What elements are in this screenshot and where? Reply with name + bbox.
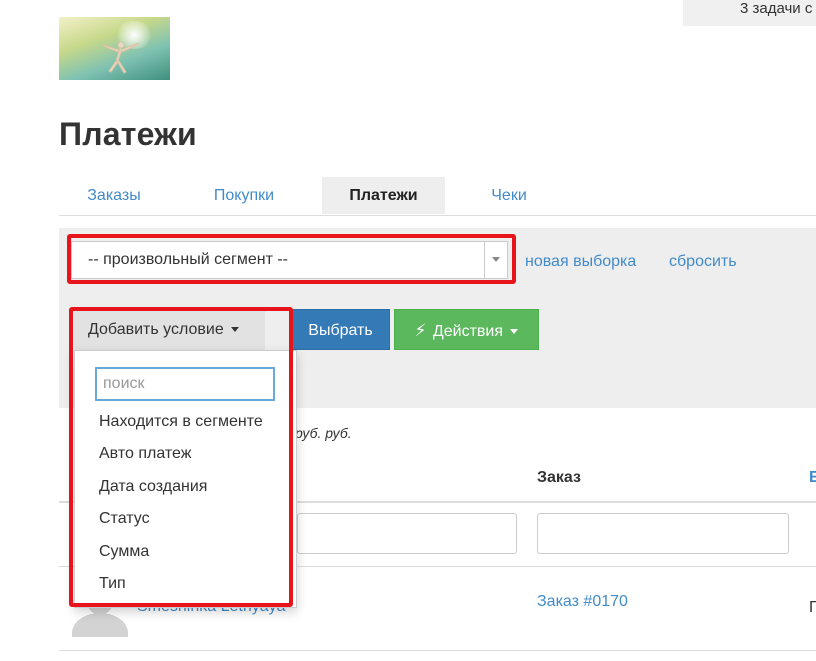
- tasks-indicator[interactable]: 3 задачи с: [683, 0, 816, 26]
- actions-button[interactable]: ⚡︎ Действия: [394, 309, 539, 350]
- tab-payments[interactable]: Платежи: [322, 177, 445, 214]
- choose-button[interactable]: Выбрать: [291, 309, 390, 350]
- lightning-icon: ⚡︎: [414, 321, 427, 340]
- summary-text: руб. руб.: [295, 425, 352, 441]
- order-filter-input[interactable]: [537, 513, 789, 554]
- highlight-add-condition: [69, 307, 293, 607]
- tab-purchases[interactable]: Покупки: [189, 177, 299, 214]
- column-header-order[interactable]: Заказ: [537, 469, 581, 487]
- reset-link[interactable]: сбросить: [669, 253, 737, 271]
- tab-orders[interactable]: Заказы: [59, 177, 169, 214]
- column-header-e[interactable]: Е: [809, 469, 816, 487]
- tabs-bar: Заказы Покупки Платежи Чеки: [59, 177, 816, 216]
- highlight-segment-select: [67, 234, 516, 284]
- avatar-body: [72, 613, 128, 637]
- jumping-person-figure: [102, 41, 140, 74]
- tab-receipts[interactable]: Чеки: [454, 177, 564, 214]
- page-title: Платежи: [59, 116, 197, 152]
- caret-down-icon: [510, 329, 519, 335]
- customer-filter-input[interactable]: [297, 513, 517, 554]
- row-divider: [59, 650, 816, 651]
- new-selection-link[interactable]: новая выборка: [525, 253, 636, 271]
- row-status: П: [809, 599, 816, 616]
- order-link[interactable]: Заказ #0170: [537, 593, 628, 611]
- logo-image[interactable]: [59, 17, 170, 80]
- actions-label: Действия: [432, 323, 504, 340]
